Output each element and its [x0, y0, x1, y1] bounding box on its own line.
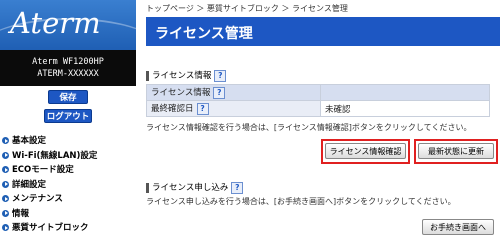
sidebar-item-basic-settings[interactable]: 基本設定	[0, 134, 136, 149]
sidebar-buttons: 保存 ログアウト	[0, 86, 136, 130]
last-checked-label: 最終確認日	[151, 104, 194, 115]
section-title-text: ライセンス申し込み	[152, 183, 229, 193]
sidebar-item-label: 基本設定	[12, 136, 47, 146]
sidebar-item-info[interactable]: 情報	[0, 207, 136, 222]
section-marker	[146, 70, 149, 81]
chevron-right-icon	[2, 224, 9, 231]
last-checked-label-cell: 最終確認日?	[146, 100, 321, 117]
help-icon[interactable]: ?	[213, 86, 226, 99]
section-title-license-application: ライセンス申し込み?	[146, 181, 244, 194]
sidebar-item-advanced-settings[interactable]: 詳細設定	[0, 178, 136, 193]
sidebar-item-label: メンテナンス	[12, 194, 63, 204]
breadcrumb: トップページ ＞ 悪質サイトブロック ＞ ライセンス管理	[146, 4, 348, 13]
procedure-button[interactable]: お手続き画面へ	[422, 219, 494, 235]
model-info: Aterm WF1200HP ATERM-XXXXXX	[0, 50, 136, 86]
table-row: 最終確認日? 未確認	[146, 100, 490, 117]
license-check-button[interactable]: ライセンス情報確認	[325, 143, 406, 159]
sidebar-item-label: 情報	[12, 208, 30, 219]
sidebar-item-label: Wi-Fi(無線LAN)設定	[12, 150, 98, 161]
chevron-right-icon	[2, 209, 9, 217]
model-name: Aterm WF1200HP	[32, 57, 104, 67]
sidebar-item-maintenance[interactable]: メンテナンス	[0, 192, 136, 207]
table-row: ライセンス情報?	[146, 84, 490, 101]
table-header-cell: ライセンス情報?	[146, 84, 321, 101]
aterm-logo: Aterm	[10, 6, 101, 40]
refresh-status-button[interactable]: 最新状態に更新	[418, 143, 494, 159]
chevron-right-icon	[2, 137, 9, 144]
help-icon[interactable]: ?	[231, 181, 244, 194]
logout-button[interactable]: ログアウト	[44, 109, 92, 123]
help-icon[interactable]: ?	[196, 102, 209, 115]
sidebar: Aterm Aterm WF1200HP ATERM-XXXXXX 保存 ログア…	[0, 0, 136, 246]
license-check-description: ライセンス情報確認を行う場合は、[ライセンス情報確認]ボタンをクリックしてくださ…	[146, 123, 472, 132]
table-header-empty	[320, 84, 490, 101]
chevron-right-icon	[2, 195, 9, 202]
section-title-license-info: ライセンス情報?	[146, 69, 227, 82]
chevron-right-icon	[2, 166, 9, 173]
page-title-bar: ライセンス管理	[146, 17, 500, 46]
page-title: ライセンス管理	[155, 26, 253, 42]
chevron-right-icon	[2, 180, 9, 188]
device-name: ATERM-XXXXXX	[37, 69, 99, 79]
last-checked-value: 未確認	[320, 100, 490, 117]
logo-area: Aterm	[0, 0, 136, 50]
table-header-label: ライセンス情報	[151, 88, 211, 99]
sidebar-item-eco-mode[interactable]: ECOモード設定	[0, 163, 136, 178]
section-marker	[146, 182, 149, 193]
sidebar-item-wifi-settings[interactable]: Wi-Fi(無線LAN)設定	[0, 149, 136, 164]
help-icon[interactable]: ?	[214, 69, 227, 82]
section-title-text: ライセンス情報	[152, 71, 212, 81]
sidebar-item-label: ECOモード設定	[12, 165, 74, 175]
save-button[interactable]: 保存	[48, 90, 88, 104]
sidebar-item-malicious-site-block[interactable]: 悪質サイトブロック	[0, 221, 136, 236]
license-application-description: ライセンス申し込みを行う場合は、[お手続き画面へ]ボタンをクリックしてください。	[146, 197, 456, 206]
sidebar-nav: 基本設定 Wi-Fi(無線LAN)設定 ECOモード設定 詳細設定 メンテナンス…	[0, 134, 136, 236]
main-content: トップページ ＞ 悪質サイトブロック ＞ ライセンス管理 ライセンス管理 ライセ…	[136, 0, 500, 246]
sidebar-item-label: 悪質サイトブロック	[12, 223, 89, 233]
sidebar-item-label: 詳細設定	[12, 179, 47, 190]
license-info-table: ライセンス情報? 最終確認日? 未確認	[146, 84, 490, 117]
chevron-right-icon	[2, 151, 9, 159]
